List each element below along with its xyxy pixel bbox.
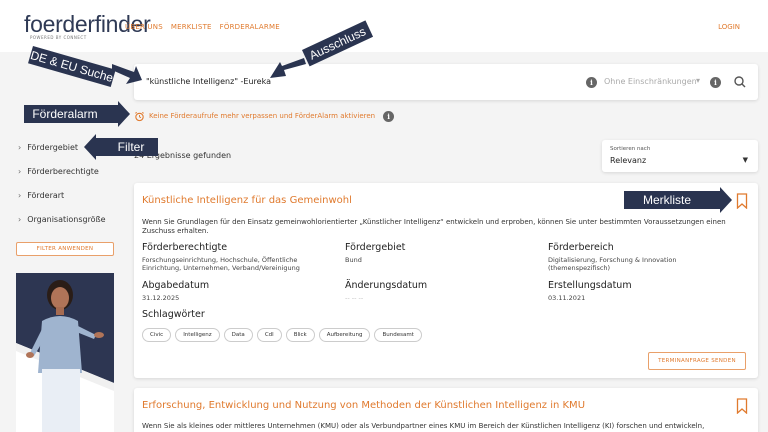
restriction-select[interactable]: Ohne Einschränkungen <box>604 77 697 86</box>
field-heading: Förderbereich <box>548 242 614 253</box>
keyword-tag[interactable]: Civic <box>142 328 172 342</box>
foerderalarm-link[interactable]: Keine Förderaufrufe mehr verpassen und F… <box>149 112 375 120</box>
callout-arrow <box>112 64 142 84</box>
callout-arrow <box>710 187 732 213</box>
callout-filter: Filter <box>104 138 158 156</box>
chevron-down-icon: ▾ <box>696 76 701 85</box>
callout-merkliste: Merkliste <box>624 191 710 209</box>
apply-filter-button[interactable]: FILTER ANWENDEN <box>16 242 114 256</box>
keyword-tag[interactable]: Data <box>223 328 253 342</box>
callout-foerderalarm: Förderalarm <box>24 105 106 123</box>
filter-organisationsgroesse[interactable]: › Organisationsgröße <box>18 215 106 224</box>
field-value: -- -- -- <box>345 294 364 302</box>
filter-label: Förderberechtigte <box>27 167 99 176</box>
field-heading: Abgabedatum <box>142 280 210 291</box>
result-description: Wenn Sie als kleines oder mittleres Unte… <box>142 422 705 430</box>
filter-foerderart[interactable]: › Förderart <box>18 191 64 200</box>
result-card: Erforschung, Entwicklung und Nutzung von… <box>134 388 758 432</box>
chevron-right-icon: › <box>18 191 22 200</box>
nav-merkliste[interactable]: MERKLISTE <box>171 23 212 31</box>
result-description: Wenn Sie Grundlagen für den Einsatz geme… <box>142 218 726 235</box>
filter-foerdergebiet[interactable]: › Fördergebiet <box>18 143 78 152</box>
login-link[interactable]: LOGIN <box>718 23 740 31</box>
keyword-tag[interactable]: Bundesamt <box>374 328 422 342</box>
bookmark-icon[interactable] <box>736 193 748 209</box>
sort-label: Sortieren nach <box>610 146 651 152</box>
callout-arrow <box>106 101 130 127</box>
alarm-clock-icon <box>135 111 144 121</box>
field-value: 03.11.2021 <box>548 294 586 302</box>
chevron-right-icon: › <box>18 143 22 152</box>
keyword-tag[interactable]: Blick <box>285 328 315 342</box>
keywords-heading: Schlagwörter <box>142 309 205 320</box>
keyword-tag[interactable]: Cdl <box>256 328 282 342</box>
search-input[interactable]: "künstliche Intelligenz" -Eureka <box>146 77 271 86</box>
foerderalarm-row: Keine Förderaufrufe mehr verpassen und F… <box>134 108 395 124</box>
keyword-tag[interactable]: Intelligenz <box>175 328 220 342</box>
bookmark-icon[interactable] <box>736 398 748 414</box>
filter-label: Organisationsgröße <box>27 215 106 224</box>
restriction-info-icon[interactable]: i <box>710 77 721 88</box>
field-heading: Änderungsdatum <box>345 280 428 291</box>
nav-ueber-uns[interactable]: ÜBER UNS <box>125 23 163 31</box>
result-card: Künstliche Intelligenz für das Gemeinwoh… <box>134 183 758 378</box>
result-title[interactable]: Erforschung, Entwicklung und Nutzung von… <box>142 400 585 411</box>
promo-banner[interactable] <box>16 273 114 432</box>
callout-arrow <box>270 58 306 78</box>
result-title[interactable]: Künstliche Intelligenz für das Gemeinwoh… <box>142 195 352 206</box>
chevron-right-icon: › <box>18 215 22 224</box>
top-bar: foerderfinder POWERED BY CONNECT ÜBER UN… <box>0 0 768 52</box>
field-heading: Förderberechtigte <box>142 242 228 253</box>
filter-label: Fördergebiet <box>27 143 79 152</box>
field-value: Bund <box>345 256 362 264</box>
sort-value: Relevanz <box>610 156 647 165</box>
search-bar: "künstliche Intelligenz" -Eureka i Ohne … <box>134 64 758 100</box>
field-value: 31.12.2025 <box>142 294 180 302</box>
field-heading: Fördergebiet <box>345 242 406 253</box>
main-nav: ÜBER UNS MERKLISTE FÖRDERALARME <box>125 23 280 31</box>
logo-subtitle: POWERED BY CONNECT <box>30 35 87 40</box>
field-value: Forschungseinrichtung, Hochschule, Öffen… <box>142 256 300 272</box>
keyword-tag[interactable]: Aufbereitung <box>318 328 371 342</box>
field-value: Digitalisierung, Forschung & Innovation … <box>548 256 677 272</box>
callout-arrow <box>84 134 106 160</box>
chevron-right-icon: › <box>18 167 22 176</box>
search-icon[interactable] <box>732 74 748 90</box>
nav-foerderalarme[interactable]: FÖRDERALARME <box>220 23 280 31</box>
field-heading: Erstellungsdatum <box>548 280 632 291</box>
chevron-down-icon: ▼ <box>742 156 748 164</box>
sort-select[interactable]: Sortieren nach Relevanz ▼ <box>602 140 758 172</box>
person-illustration <box>16 280 114 432</box>
alarm-info-icon[interactable]: i <box>383 110 395 122</box>
filter-foerderberechtigte[interactable]: › Förderberechtigte <box>18 167 99 176</box>
search-info-icon[interactable]: i <box>586 77 597 88</box>
termin-request-button[interactable]: TERMINANFRAGE SENDEN <box>648 352 746 370</box>
filter-label: Förderart <box>27 191 65 200</box>
keyword-tags: Civic Intelligenz Data Cdl Blick Aufbere… <box>142 328 422 342</box>
